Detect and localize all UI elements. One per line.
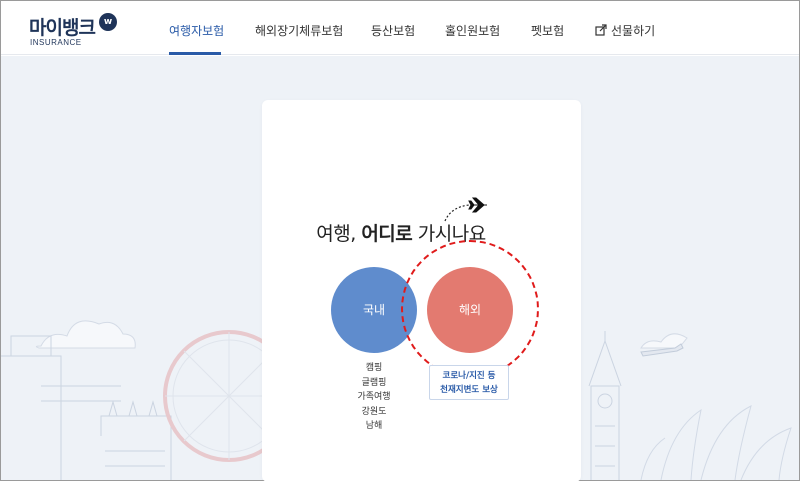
coverage-note-line-2: 천재지변도 보상 <box>440 385 498 395</box>
coverage-note-line-1: 코로나/지진 등 <box>442 371 496 381</box>
nav-active-underline <box>169 52 221 55</box>
destination-card <box>262 100 581 481</box>
headline-emphasis: 어디로 <box>361 223 413 245</box>
logo-subtitle: INSURANCE <box>30 38 82 47</box>
top-header: 마이뱅크 w INSURANCE 여행자보험 해외장기체류보험 등산보험 홀인원… <box>1 1 799 55</box>
list-item[interactable]: 남해 <box>331 419 417 434</box>
overseas-label: 해외 <box>458 303 482 317</box>
list-item[interactable]: 가족여행 <box>331 390 417 405</box>
domestic-travel-button[interactable]: 국내 <box>331 267 417 353</box>
nav-hiking-insurance[interactable]: 등산보험 <box>371 22 415 39</box>
list-item[interactable]: 글램핑 <box>331 376 417 391</box>
list-item[interactable]: 캠핑 <box>331 361 417 376</box>
page-headline: 여행, 어디로 가시나요 <box>1 219 800 246</box>
overseas-coverage-note[interactable]: 코로나/지진 등 천재지변도 보상 <box>429 365 509 400</box>
nav-travel-insurance[interactable]: 여행자보험 <box>169 22 224 39</box>
headline-suffix: 가시나요 <box>412 223 486 245</box>
nav-gift[interactable]: 선물하기 <box>595 22 655 39</box>
list-item[interactable]: 강원도 <box>331 405 417 420</box>
list-item[interactable]: 제주 <box>331 434 417 435</box>
nav-gift-label: 선물하기 <box>611 24 656 38</box>
nav-long-stay-insurance[interactable]: 해외장기체류보험 <box>255 22 343 39</box>
domestic-destination-list: 캠핑 글램핑 가족여행 강원도 남해 제주 <box>331 361 417 435</box>
brand-logo[interactable]: 마이뱅크 w INSURANCE <box>29 13 129 49</box>
logo-badge-icon: w <box>99 13 117 31</box>
nav-pet-insurance[interactable]: 펫보험 <box>531 22 564 39</box>
logo-text: 마이뱅크 <box>29 17 96 39</box>
share-gift-icon <box>595 24 607 36</box>
overseas-travel-button[interactable]: 해외 <box>427 267 513 353</box>
nav-hole-in-one-insurance[interactable]: 홀인원보험 <box>445 22 500 39</box>
headline-prefix: 여행, <box>316 223 362 245</box>
domestic-label: 국내 <box>362 303 386 317</box>
